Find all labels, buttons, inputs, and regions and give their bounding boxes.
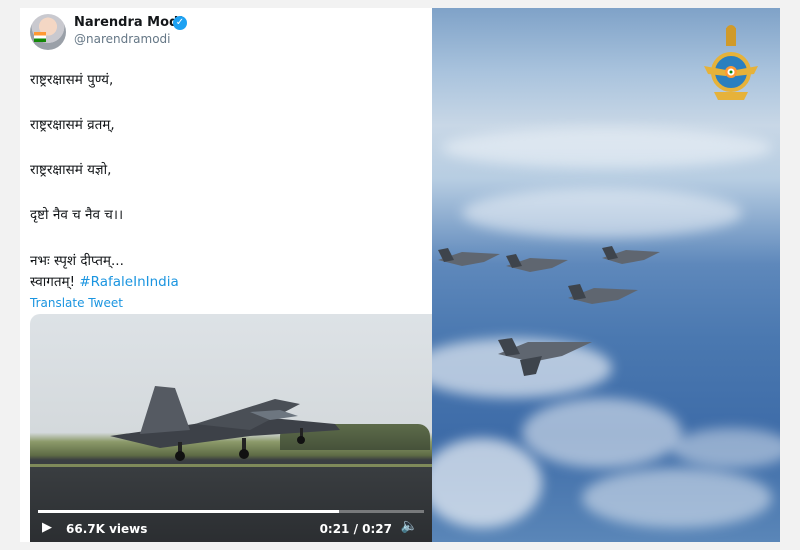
video-runway <box>30 464 432 467</box>
jet-formation <box>438 246 660 376</box>
formation-photo <box>432 8 780 542</box>
avatar[interactable] <box>30 14 66 50</box>
video-progress-fill <box>38 510 340 513</box>
author-name[interactable]: Narendra Modi <box>74 15 183 30</box>
video-time: 0:21 / 0:27 <box>319 522 392 536</box>
welcome-text: स्वागतम्! <box>30 274 76 290</box>
tweet-line: राष्ट्ररक्षासमं यज्ञो, <box>30 162 112 178</box>
volume-icon[interactable]: 🔈 <box>401 518 418 534</box>
video-progress-bar[interactable] <box>38 510 424 513</box>
video-player[interactable]: ▶ 66.7K views 0:21 / 0:27 🔈 <box>30 314 432 542</box>
tweet-line: राष्ट्ररक्षासमं व्रतम्, <box>30 117 115 133</box>
tweet-card: Narendra Modi ✓ @narendramodi राष्ट्ररक्… <box>20 8 432 542</box>
translate-tweet-link[interactable]: Translate Tweet <box>30 296 123 310</box>
tweet-line: दृष्टो नैव च नैव च।। <box>30 207 124 223</box>
author-handle[interactable]: @narendramodi <box>74 32 171 46</box>
play-icon[interactable]: ▶ <box>42 520 52 535</box>
verified-badge-icon: ✓ <box>173 16 187 30</box>
tweet-line: राष्ट्ररक्षासमं पुण्यं, <box>30 72 114 88</box>
rafale-jet-takeoff <box>110 386 340 461</box>
view-count: 66.7K views <box>66 522 148 536</box>
tweet-line: स्वागतम्! #RafaleInIndia <box>30 272 179 290</box>
tweet-line: नभः स्पृशं दीप्तम्... <box>30 253 124 269</box>
hashtag-link[interactable]: #RafaleInIndia <box>79 274 178 290</box>
